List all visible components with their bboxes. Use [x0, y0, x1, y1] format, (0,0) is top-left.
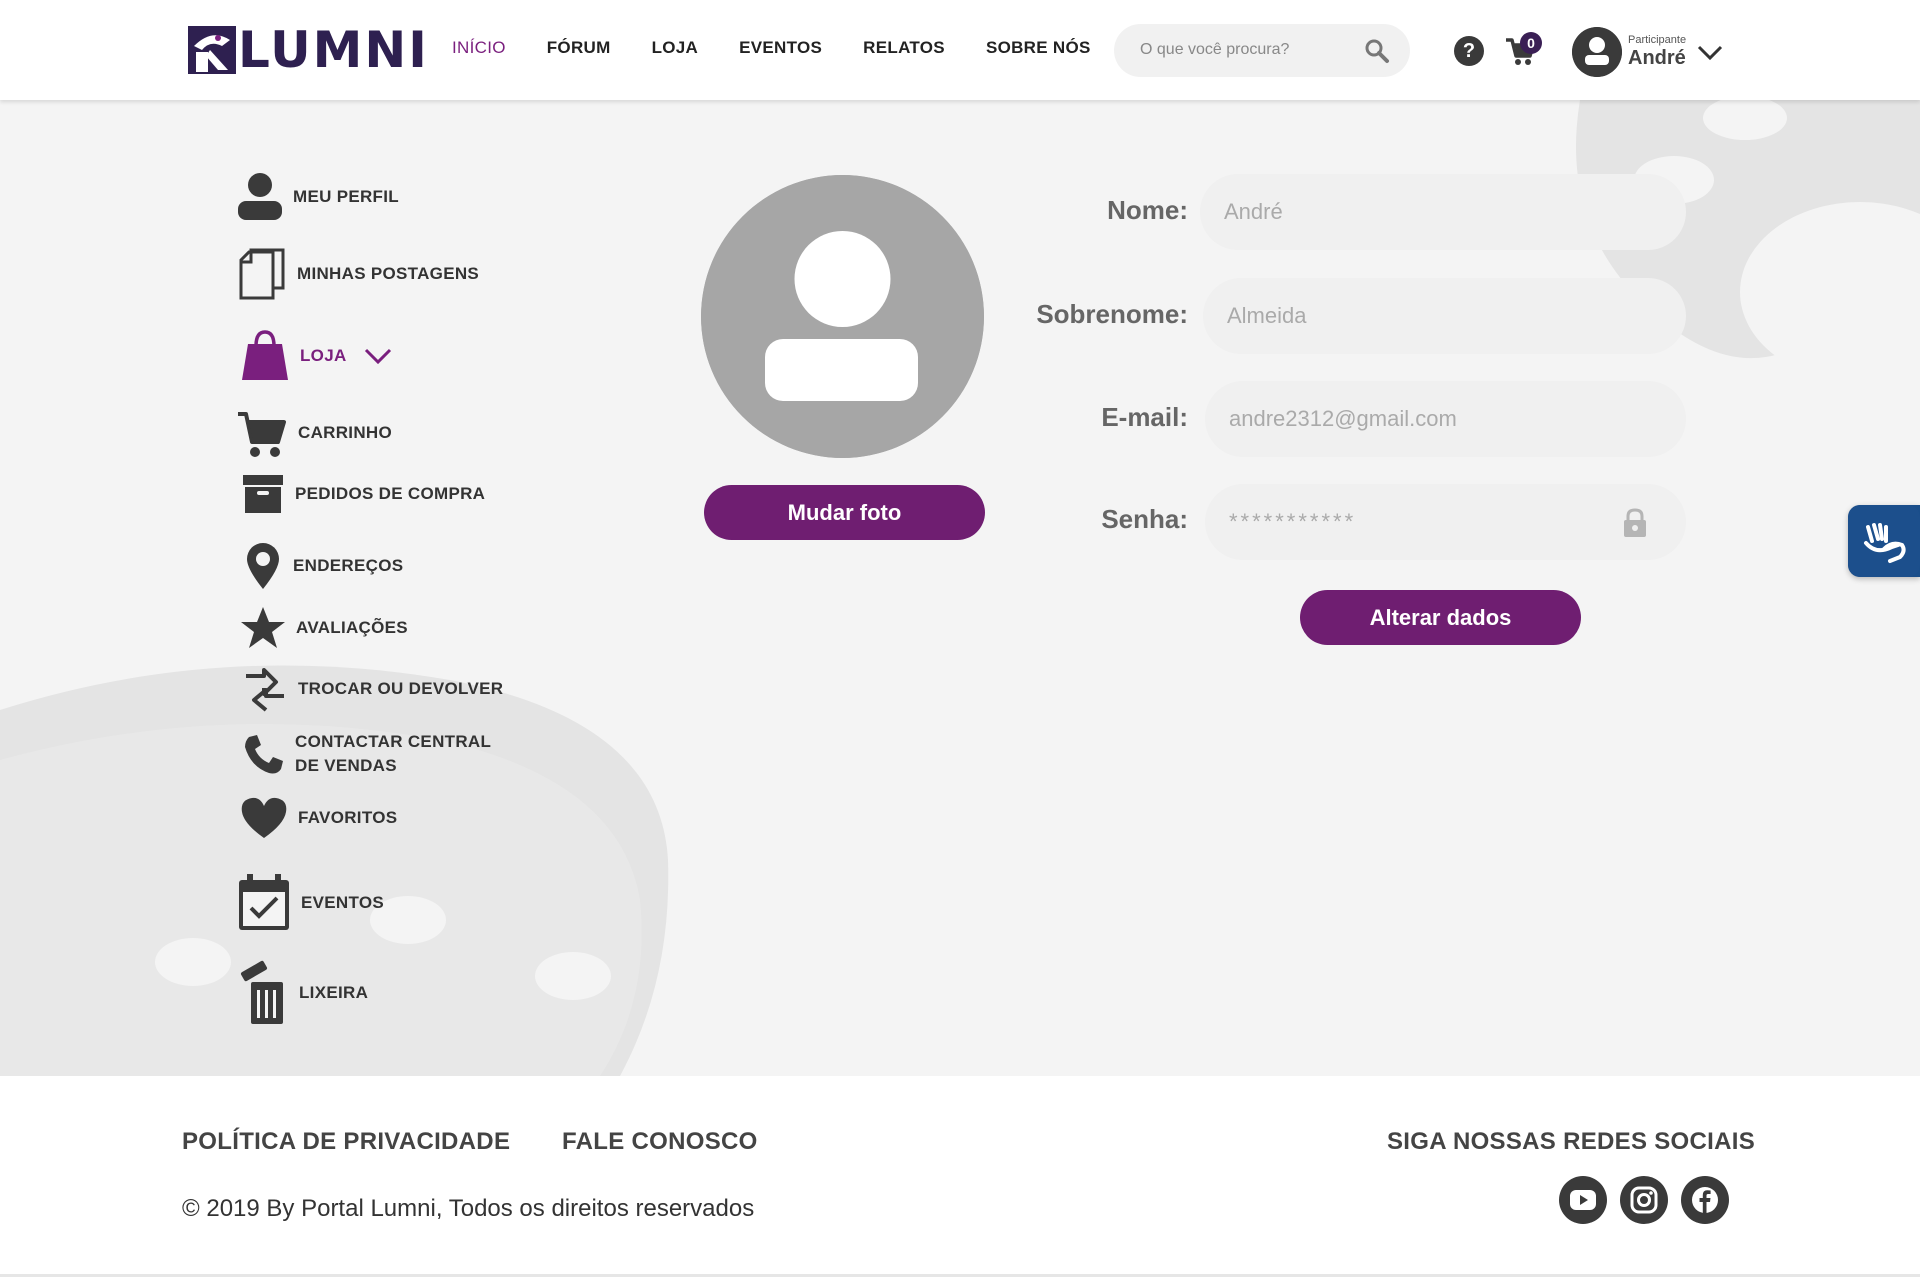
main-area: MEU PERFIL MINHAS POSTAGENS LOJA CARRINH… [0, 100, 1920, 1076]
name-label: Nome: [1107, 195, 1188, 225]
cart-icon [238, 412, 286, 457]
sidebar-item-label: EVENTOS [301, 893, 385, 912]
social-title: SIGA NOSSAS REDES SOCIAIS [1387, 1128, 1756, 1155]
sidebar-item-avaliacoes[interactable]: AVALIAÇÕES [240, 605, 408, 651]
sidebar-item-label: FAVORITOS [298, 808, 398, 827]
header: LUMNI INÍCIO FÓRUM LOJA EVENTOS RELATOS … [0, 0, 1920, 100]
calendar-check-icon [239, 874, 289, 930]
user-role: Participante [1628, 34, 1687, 46]
sidebar-item-label: LIXEIRA [299, 983, 369, 1002]
name-field-wrap [1200, 174, 1686, 250]
name-field[interactable] [1224, 196, 1624, 228]
surname-field-wrap [1203, 278, 1686, 354]
nav-loja[interactable]: LOJA [652, 38, 699, 58]
footer: POLÍTICA DE PRIVACIDADE FALE CONOSCO SIG… [0, 1076, 1920, 1277]
instagram-icon[interactable] [1620, 1176, 1668, 1224]
heart-icon [241, 797, 287, 838]
chevron-down-icon[interactable] [1696, 44, 1724, 62]
sidebar-item-pedidos[interactable]: PEDIDOS DE COMPRA [241, 473, 485, 515]
update-data-button[interactable]: Alterar dados [1300, 590, 1581, 645]
sidebar-item-favoritos[interactable]: FAVORITOS [240, 796, 397, 840]
sidebar-item-label: ENDEREÇOS [293, 556, 404, 575]
box-icon [243, 475, 283, 513]
sidebar-item-label: MEU PERFIL [293, 187, 399, 206]
sidebar-item-minhas-postagens[interactable]: MINHAS POSTAGENS [237, 248, 479, 300]
search-input[interactable] [1140, 38, 1360, 62]
sidebar-item-enderecos[interactable]: ENDEREÇOS [243, 541, 403, 591]
cart-count-badge: 0 [1520, 32, 1542, 54]
user-icon [238, 173, 282, 220]
sign-language-accessibility-icon[interactable] [1848, 505, 1920, 577]
sidebar-item-meu-perfil[interactable]: MEU PERFIL [237, 172, 399, 222]
sidebar-item-label: AVALIAÇÕES [296, 618, 408, 637]
email-label: E-mail: [1101, 402, 1188, 432]
youtube-icon[interactable] [1559, 1176, 1607, 1224]
surname-field[interactable] [1227, 300, 1627, 332]
email-field[interactable] [1229, 403, 1629, 435]
exchange-icon [246, 668, 284, 712]
sidebar-item-label: CARRINHO [298, 423, 393, 442]
surname-label: Sobrenome: [1036, 299, 1188, 329]
sidebar-item-carrinho[interactable]: CARRINHO [236, 408, 392, 458]
nav-eventos[interactable]: EVENTOS [739, 38, 822, 58]
password-label: Senha: [1101, 504, 1188, 534]
documents-icon [239, 248, 285, 300]
sidebar-item-label: CONTACTAR CENTRAL [295, 732, 492, 751]
sidebar-item-loja[interactable]: LOJA [240, 330, 393, 382]
nav-relatos[interactable]: RELATOS [863, 38, 945, 58]
star-icon [241, 607, 285, 648]
logo-text: LUMNI [238, 21, 429, 79]
change-photo-button[interactable]: Mudar foto [704, 485, 985, 540]
logo-icon [188, 26, 236, 74]
logo[interactable]: LUMNI [188, 24, 429, 76]
search-box [1114, 24, 1410, 77]
privacy-policy-link[interactable]: POLÍTICA DE PRIVACIDADE [182, 1128, 510, 1156]
shopping-bag-icon [242, 330, 288, 380]
sidebar-item-label: PEDIDOS DE COMPRA [295, 484, 486, 503]
sidebar-item-trocar[interactable]: TROCAR OU DEVOLVER [242, 666, 503, 712]
nav-forum[interactable]: FÓRUM [547, 38, 611, 58]
help-icon[interactable]: ? [1454, 36, 1484, 66]
search-icon[interactable] [1364, 38, 1390, 64]
avatar-icon[interactable] [1572, 27, 1622, 77]
phone-icon [245, 735, 283, 774]
profile-picture-avatar [701, 175, 984, 458]
facebook-icon[interactable] [1681, 1176, 1729, 1224]
sidebar-item-lixeira[interactable]: LIXEIRA [237, 960, 368, 1026]
sidebar-item-contactar[interactable]: CONTACTAR CENTRAL DE VENDAS [243, 730, 491, 778]
sidebar-item-label: MINHAS POSTAGENS [297, 264, 480, 283]
password-field[interactable] [1229, 506, 1629, 538]
trash-icon [240, 960, 283, 1024]
contact-us-link[interactable]: FALE CONOSCO [562, 1128, 758, 1156]
email-field-wrap [1205, 381, 1686, 457]
sidebar-item-label: TROCAR OU DEVOLVER [298, 679, 504, 698]
nav-inicio[interactable]: INÍCIO [452, 38, 506, 58]
location-pin-icon [247, 543, 279, 589]
lock-icon [1624, 508, 1646, 537]
password-field-wrap [1205, 484, 1686, 560]
sidebar-item-label: LOJA [300, 346, 347, 365]
copyright-text: © 2019 By Portal Lumni, Todos os direito… [182, 1195, 755, 1222]
nav-sobre-nos[interactable]: SOBRE NÓS [986, 38, 1091, 58]
user-name[interactable]: André [1628, 47, 1686, 70]
chevron-down-icon[interactable] [363, 346, 393, 366]
main-nav: INÍCIO FÓRUM LOJA EVENTOS RELATOS SOBRE … [452, 38, 1132, 58]
sidebar-item-label-line2: DE VENDAS [295, 756, 397, 775]
sidebar-item-eventos[interactable]: EVENTOS [237, 874, 384, 932]
